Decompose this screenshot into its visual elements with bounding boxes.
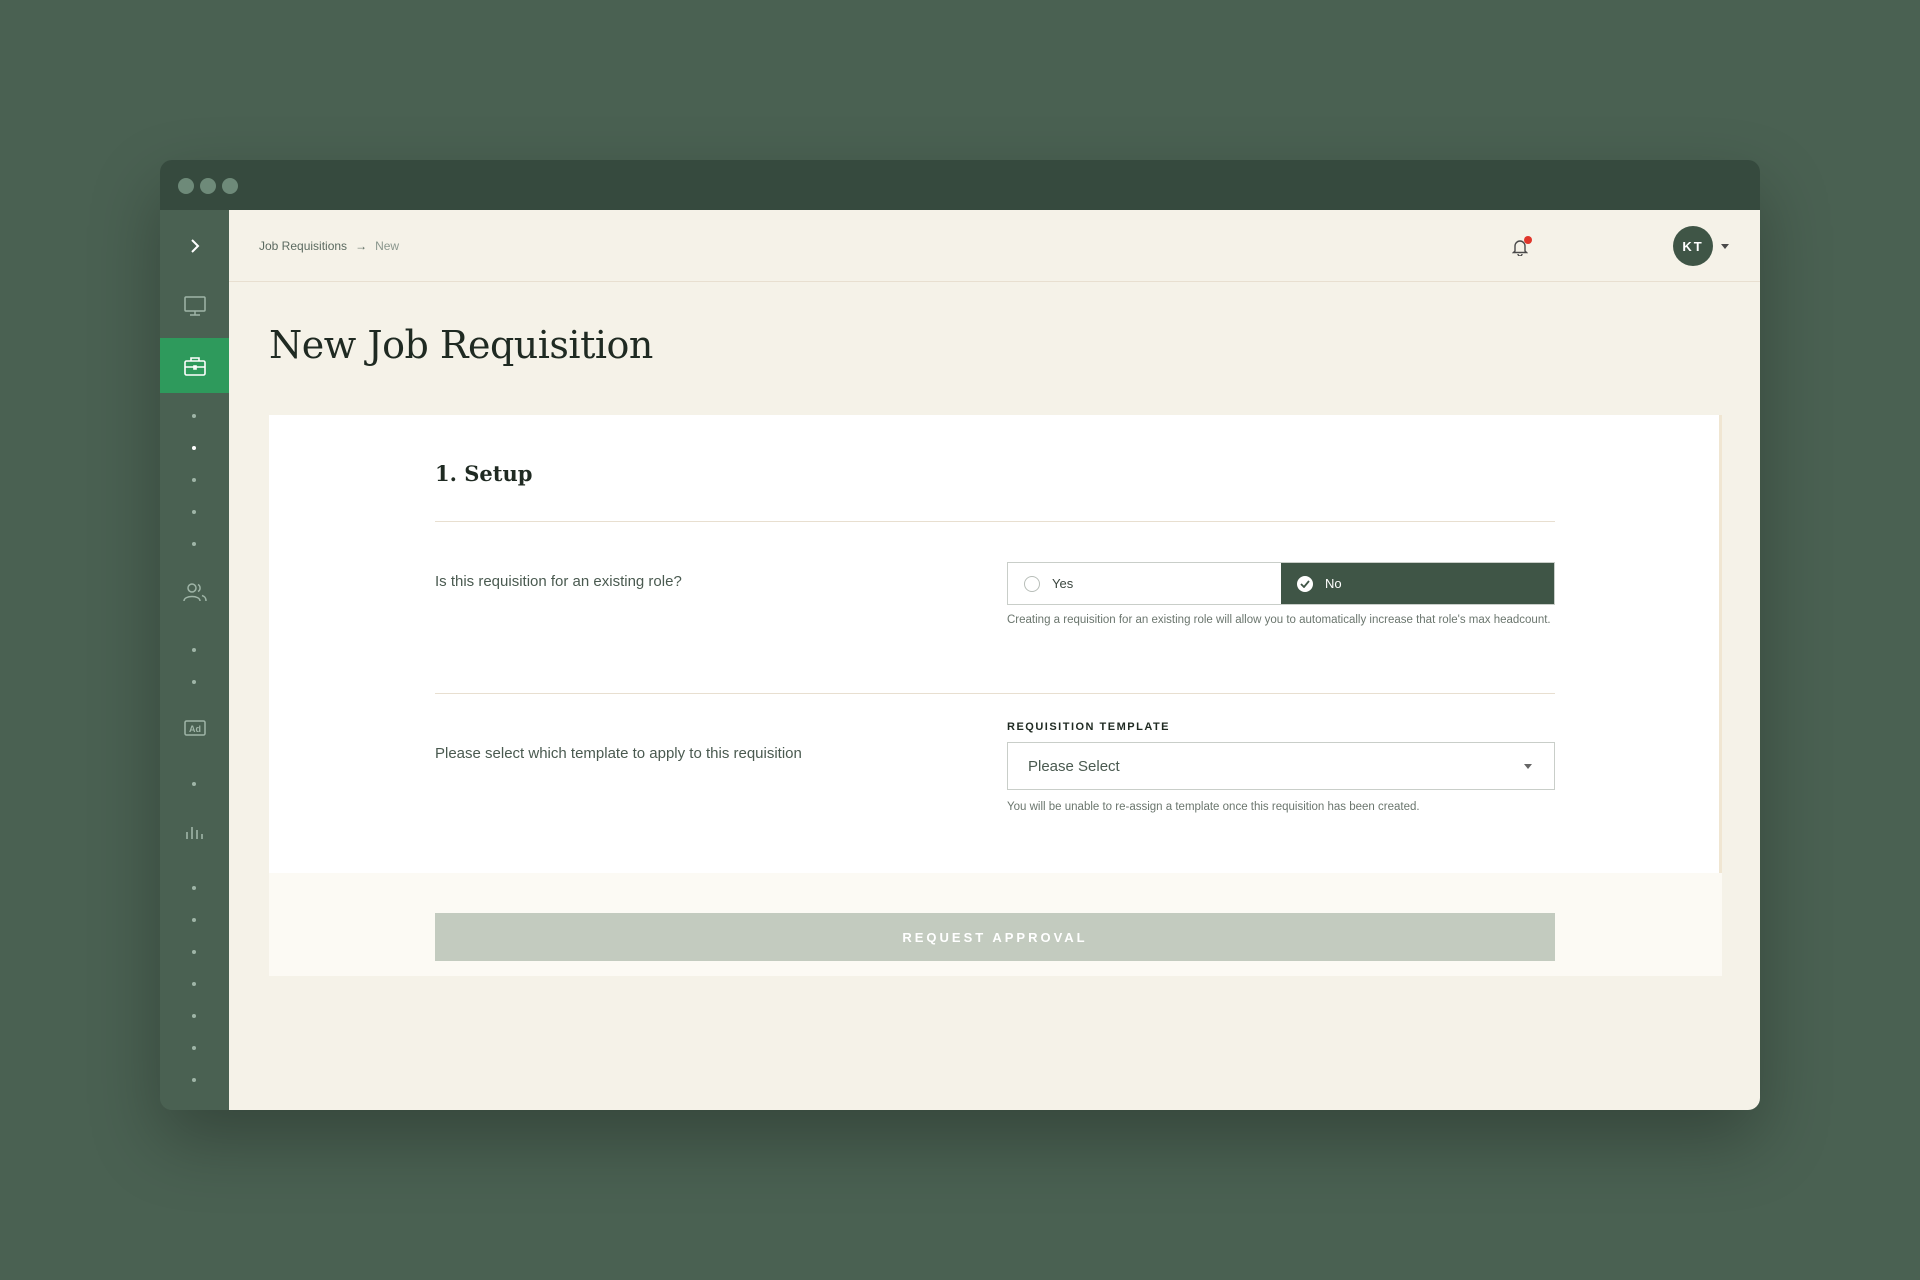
existing-role-help: Creating a requisition for an existing r… (1007, 614, 1551, 626)
template-select[interactable]: Please Select (1007, 742, 1555, 790)
svg-text:Ad: Ad (189, 724, 201, 734)
top-bar: Job Requisitions → New KT (229, 210, 1760, 282)
user-avatar[interactable]: KT (1673, 226, 1713, 266)
sidebar-item-reports[interactable] (160, 814, 229, 846)
chevron-right-icon (190, 239, 199, 253)
minimize-window-button[interactable] (200, 178, 216, 194)
sidebar-item-ads[interactable]: Ad (160, 712, 229, 744)
bar-chart-icon (185, 827, 203, 839)
request-approval-button[interactable]: REQUEST APPROVAL (435, 913, 1555, 961)
template-field-label: REQUISITION TEMPLATE (1007, 721, 1171, 733)
sidebar-subitem[interactable] (192, 782, 196, 786)
sidebar-subitem[interactable] (192, 1046, 196, 1050)
form-footer: REQUEST APPROVAL (269, 873, 1722, 976)
notification-badge (1524, 236, 1532, 244)
sidebar-subitem[interactable] (192, 414, 196, 418)
breadcrumb-current: New (375, 239, 400, 253)
sidebar-subitem[interactable] (192, 950, 196, 954)
sidebar-subitem[interactable] (192, 542, 196, 546)
sidebar-subitem[interactable] (192, 918, 196, 922)
sidebar-subitem[interactable] (192, 648, 196, 652)
chevron-down-icon[interactable] (1721, 244, 1729, 249)
template-help: You will be unable to re-assign a templa… (1007, 801, 1420, 813)
breadcrumb-link-job-requisitions[interactable]: Job Requisitions (259, 239, 347, 253)
sidebar-expand-button[interactable] (160, 234, 229, 258)
field-divider (435, 693, 1555, 694)
sidebar-item-dashboard[interactable] (160, 290, 229, 322)
maximize-window-button[interactable] (222, 178, 238, 194)
briefcase-icon (183, 356, 206, 376)
people-icon (182, 583, 207, 602)
monitor-icon (183, 296, 206, 316)
form-card: 1. Setup Is this requisition for an exis… (269, 415, 1722, 873)
check-circle-icon (1297, 575, 1313, 592)
sidebar-subitem[interactable] (192, 680, 196, 684)
chevron-down-icon (1524, 764, 1532, 769)
sidebar-item-people[interactable] (160, 576, 229, 608)
existing-role-toggle: Yes No (1007, 562, 1555, 605)
sidebar-subitem-active[interactable] (192, 446, 196, 450)
option-yes-label: Yes (1052, 576, 1074, 591)
section-title: 1. Setup (435, 461, 533, 486)
main-content: Job Requisitions → New KT New Job Requis… (229, 210, 1760, 1110)
sidebar-item-jobs[interactable] (160, 338, 229, 393)
option-no-label: No (1325, 576, 1342, 591)
sidebar-subitem[interactable] (192, 478, 196, 482)
section-divider (435, 521, 1555, 522)
option-no[interactable]: No (1281, 563, 1554, 604)
existing-role-question: Is this requisition for an existing role… (435, 573, 682, 590)
sidebar: Ad (160, 210, 229, 1110)
option-yes[interactable]: Yes (1008, 563, 1281, 604)
sidebar-subitem[interactable] (192, 1078, 196, 1082)
ad-icon: Ad (183, 720, 206, 736)
sidebar-subitem[interactable] (192, 1014, 196, 1018)
page-title: New Job Requisition (269, 323, 653, 367)
radio-unchecked-icon (1024, 575, 1040, 592)
sidebar-subitem[interactable] (192, 982, 196, 986)
app-window: Ad Job Requisitions → New KT New Job Req… (160, 160, 1760, 1110)
title-bar (160, 160, 1760, 210)
breadcrumb: Job Requisitions → New (259, 239, 399, 253)
close-window-button[interactable] (178, 178, 194, 194)
template-select-value: Please Select (1028, 757, 1120, 775)
sidebar-subitem[interactable] (192, 886, 196, 890)
template-question: Please select which template to apply to… (435, 745, 802, 762)
sidebar-subitem[interactable] (192, 510, 196, 514)
breadcrumb-separator: → (355, 239, 368, 253)
